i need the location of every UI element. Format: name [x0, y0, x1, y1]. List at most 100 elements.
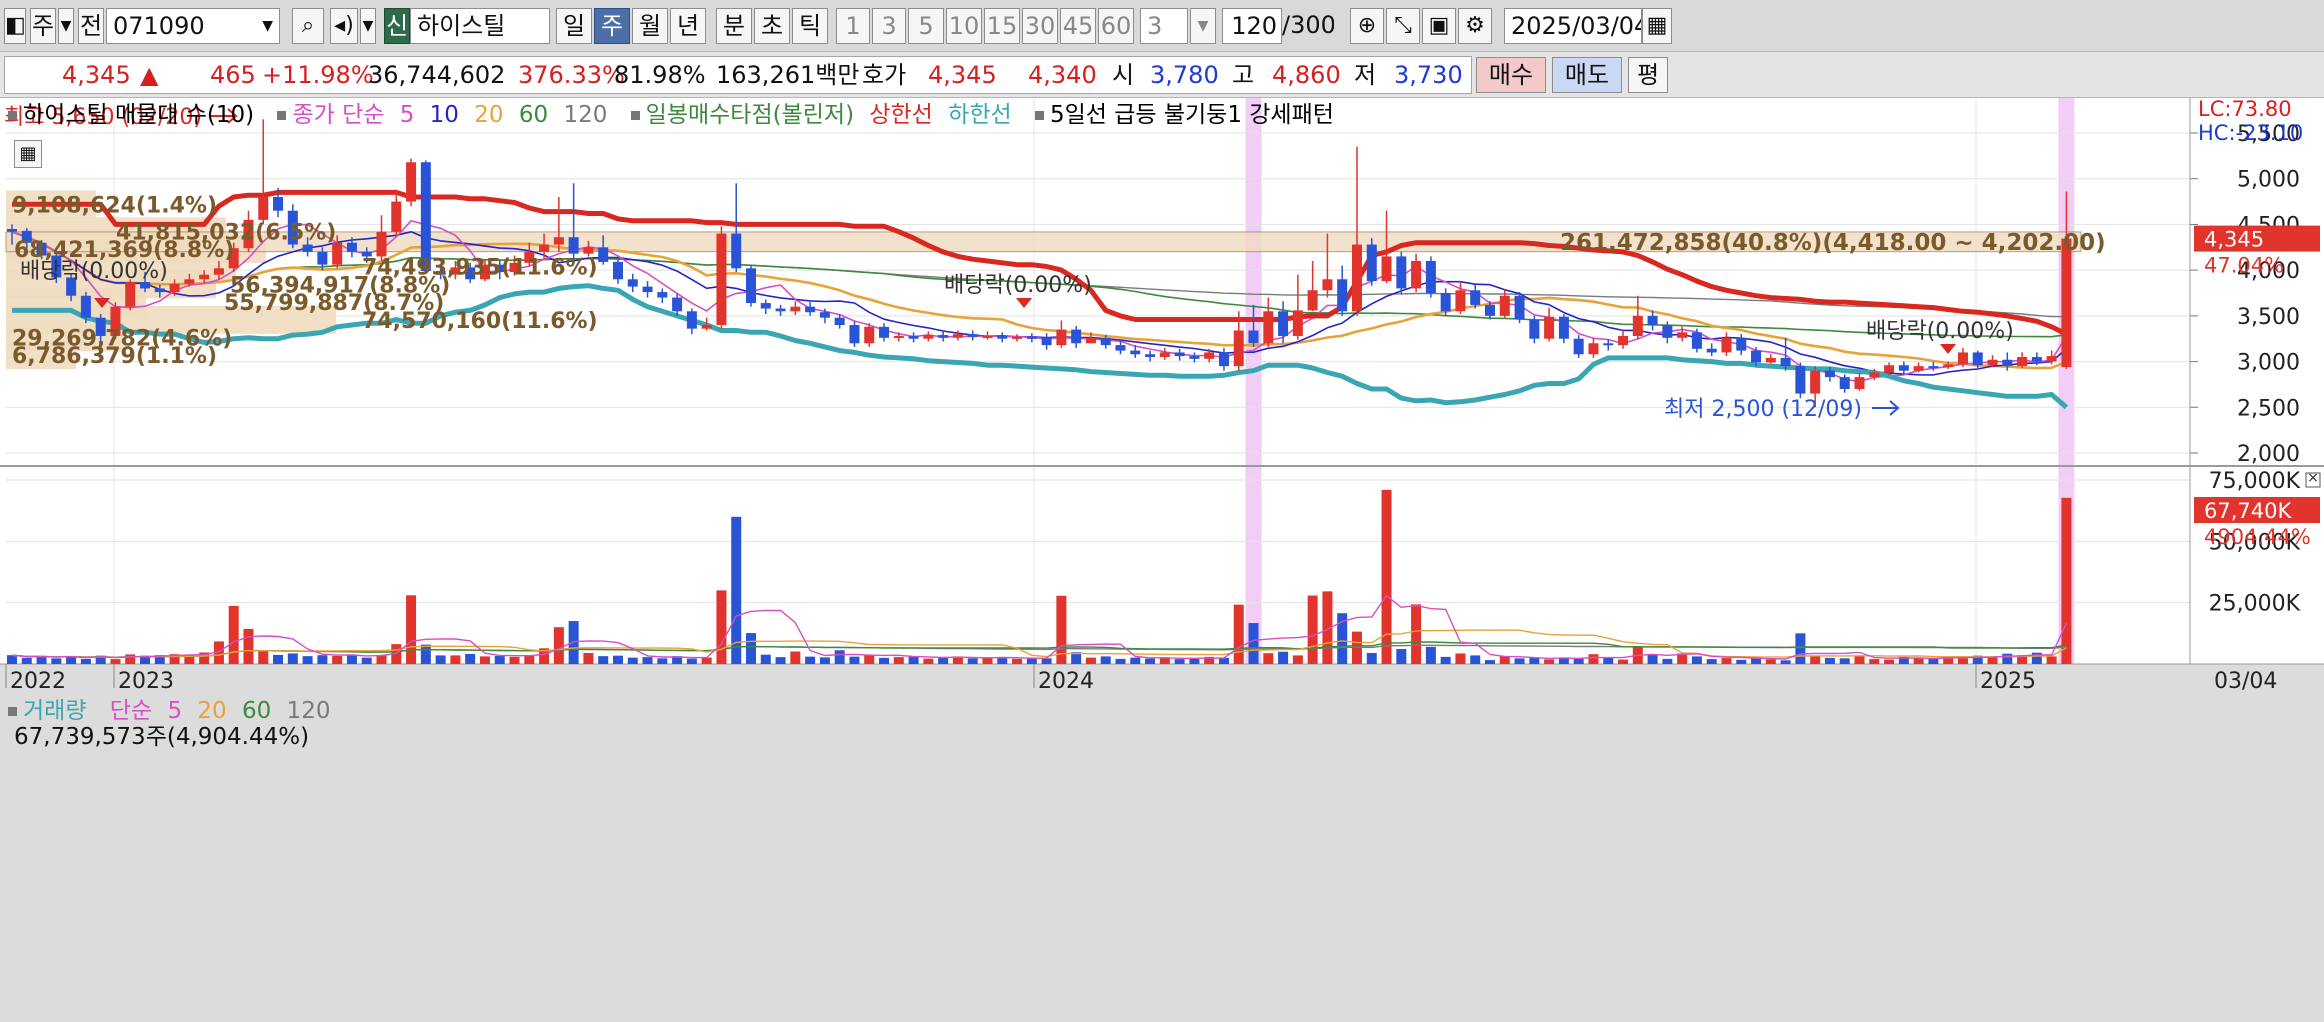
chevron-down-icon[interactable]: ▼: [1190, 8, 1216, 44]
minute-10-button[interactable]: 10: [946, 8, 982, 44]
chart-area[interactable]: 5,5005,0004,5004,0003,5003,0002,5002,000…: [0, 98, 2324, 1022]
volume-tag: 67,740K: [2204, 499, 2292, 523]
search-icon[interactable]: ⌕: [292, 8, 324, 44]
eval-button[interactable]: 평: [1628, 57, 1668, 93]
volume-bar: [1987, 656, 1998, 664]
legend-marker-icon: [630, 111, 640, 120]
calendar-icon[interactable]: ▦: [1642, 8, 1672, 44]
tab-second[interactable]: 초: [754, 8, 790, 44]
volume-bar: [1573, 658, 1584, 664]
bar-count-input[interactable]: 120: [1222, 8, 1282, 44]
candle-body: [1839, 377, 1850, 389]
candle-body: [1810, 370, 1821, 394]
minute-60-button[interactable]: 60: [1098, 8, 1134, 44]
tab-week[interactable]: 주: [594, 8, 630, 44]
chevron-down-icon[interactable]: ▼: [262, 9, 273, 43]
candle-body: [346, 242, 357, 252]
tab-minute[interactable]: 분: [716, 8, 752, 44]
price-pct: 47.04%: [2204, 254, 2284, 278]
save-icon[interactable]: ▣: [1422, 8, 1456, 44]
volume-bar: [1278, 651, 1289, 664]
candle-body: [760, 303, 771, 309]
candle-body: [1263, 311, 1274, 344]
volume-bar: [287, 653, 298, 664]
tab-month[interactable]: 월: [632, 8, 668, 44]
time-axis-label: 2024: [1038, 669, 1094, 694]
tab-day[interactable]: 일: [556, 8, 592, 44]
candle-body: [568, 237, 579, 254]
chevron-down-icon[interactable]: ▼: [58, 8, 74, 44]
volume-bar: [1041, 658, 1052, 664]
volume-bar: [258, 651, 269, 664]
candle-body: [1145, 354, 1156, 357]
volume-bar: [1839, 658, 1850, 664]
candle-body: [775, 308, 786, 312]
volume-bar: [1662, 658, 1673, 664]
price-tick-label: 5,000: [2237, 168, 2300, 193]
minute-30-button[interactable]: 30: [1022, 8, 1058, 44]
volume-bar: [1957, 658, 1968, 664]
minute-15-button[interactable]: 15: [984, 8, 1020, 44]
price-volume-chart[interactable]: 5,5005,0004,5004,0003,5003,0002,5002,000…: [0, 98, 2324, 1022]
stock-name-field[interactable]: 하이스틸: [410, 8, 550, 44]
candle-body: [864, 326, 875, 344]
volume-bar: [317, 655, 328, 664]
candle-body: [612, 261, 623, 280]
vol-ma60-legend: 60: [241, 698, 272, 724]
volume-bar: [1307, 595, 1318, 664]
chevron-down-icon[interactable]: ▼: [360, 8, 376, 44]
candle-body: [1869, 372, 1880, 378]
volume-bar: [893, 657, 904, 664]
volume-bar: [834, 650, 845, 664]
candle-body: [982, 335, 993, 338]
vp-legend[interactable]: 하이스틸 매물대 수(10): [8, 102, 262, 128]
candle-body: [1381, 256, 1392, 282]
panel-toggle-icon[interactable]: ◧: [4, 8, 26, 44]
candle-body: [1573, 338, 1584, 355]
ma-legend[interactable]: 종가 단순 5 10 20 60 120: [277, 102, 615, 128]
vol-ma120-legend: 120: [286, 698, 331, 724]
tab-year[interactable]: 년: [670, 8, 706, 44]
minute-1-button[interactable]: 1: [836, 8, 870, 44]
candle-body: [746, 268, 756, 304]
ma20-legend: 20: [474, 102, 504, 128]
pattern-legend[interactable]: 5일선 급등 불기둥1 강세패턴: [1034, 102, 1342, 128]
speaker-icon[interactable]: ◂): [330, 8, 358, 44]
candle-body: [213, 268, 224, 275]
tab-tick[interactable]: 틱: [792, 8, 828, 44]
table-icon[interactable]: ▦: [14, 140, 42, 168]
prev-button[interactable]: 전: [78, 8, 104, 44]
vol-legend[interactable]: 거래량: [8, 698, 94, 724]
volume-bar: [1012, 658, 1023, 664]
crosshair-icon[interactable]: ⤡: [1386, 8, 1420, 44]
dividend-annotation: 배당락(0.00%): [944, 273, 1092, 298]
period-combo[interactable]: 주: [30, 8, 56, 44]
volume-bar: [1529, 657, 1540, 664]
volume-bar: [1485, 660, 1495, 664]
volume-bar: [1558, 657, 1569, 664]
interval-input[interactable]: 3: [1140, 8, 1188, 44]
bollinger-legend[interactable]: 일봉매수타점(볼린저) 상한선 하한선: [630, 102, 1020, 128]
buy-button[interactable]: 매수: [1476, 57, 1546, 93]
time-axis-label: 2023: [118, 669, 174, 694]
volume-bar: [819, 657, 830, 664]
stock-code-input[interactable]: 071090 ▼: [106, 8, 280, 44]
minute-45-button[interactable]: 45: [1060, 8, 1096, 44]
minute-5-button[interactable]: 5: [908, 8, 944, 44]
minute-3-button[interactable]: 3: [872, 8, 906, 44]
candle-body: [1455, 290, 1466, 312]
volume-bar: [2061, 497, 2072, 664]
chart-toolbar: ◧ 주 ▼ 전 071090 ▼ ⌕ ◂) ▼ 신 하이스틸 일 주 월 년 분…: [0, 0, 2324, 52]
change-value: 465: [210, 61, 256, 89]
candle-body: [923, 335, 934, 339]
date-input[interactable]: 2025/03/04: [1504, 8, 1642, 44]
candle-body: [1396, 256, 1407, 289]
vol-ma-legend: 단순: [109, 698, 153, 724]
vol-legend-label: 거래량: [23, 698, 87, 724]
add-indicator-icon[interactable]: ⊕: [1350, 8, 1384, 44]
sell-button[interactable]: 매도: [1552, 57, 1622, 93]
candle-body: [672, 297, 683, 312]
candle-body: [1351, 244, 1362, 312]
candle-body: [805, 306, 816, 313]
gear-icon[interactable]: ⚙: [1458, 8, 1492, 44]
